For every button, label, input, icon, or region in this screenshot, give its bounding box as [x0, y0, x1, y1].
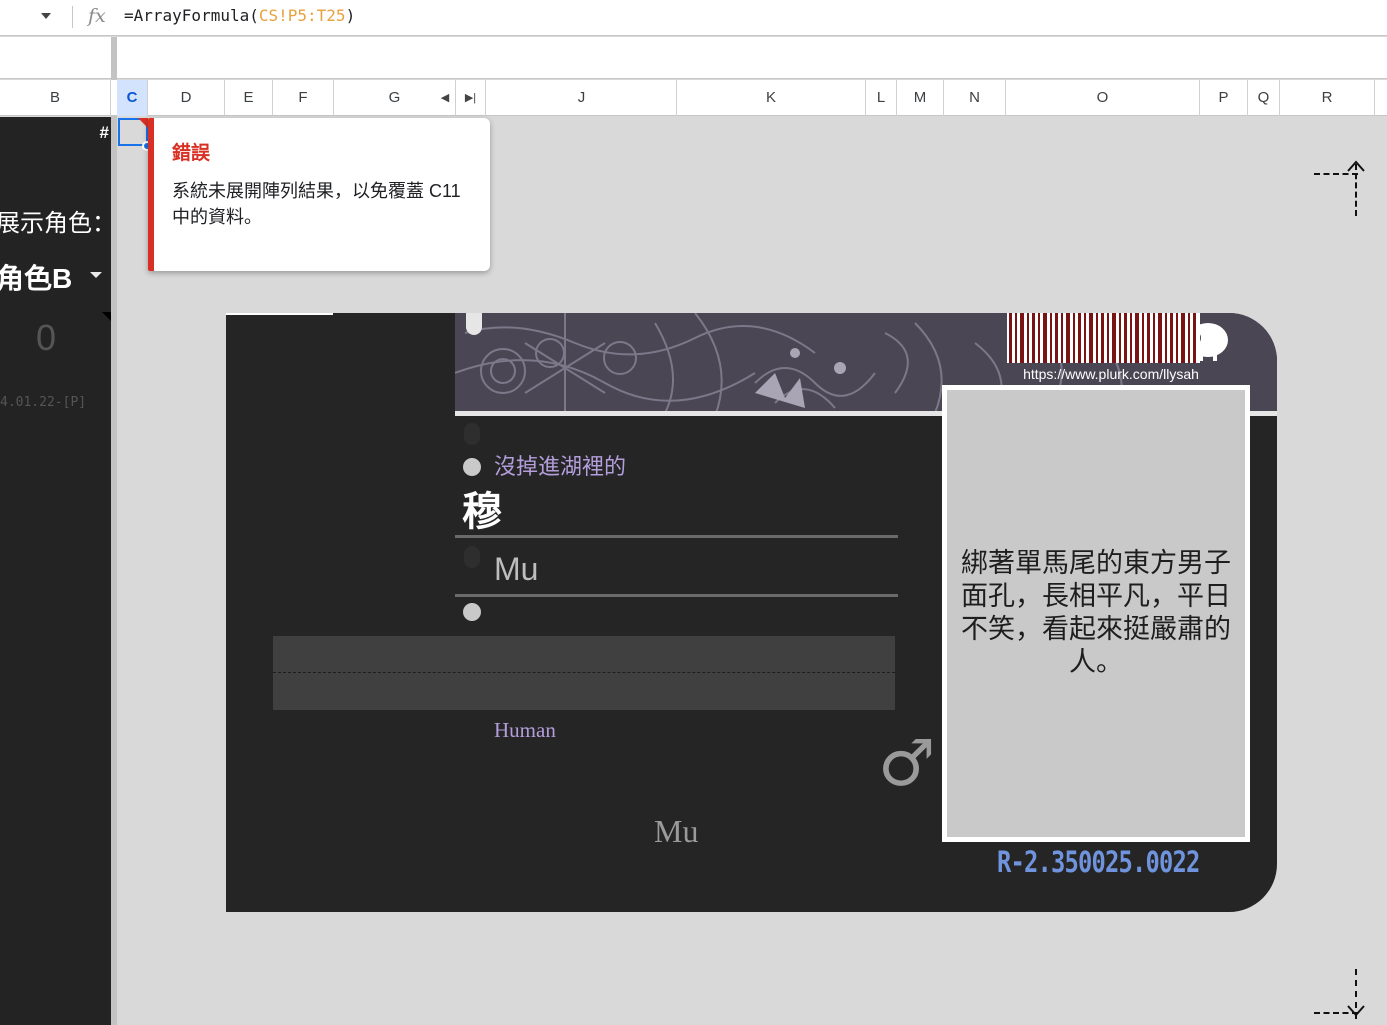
column-header-o[interactable]: O [1006, 80, 1200, 116]
info-band [273, 636, 895, 710]
chevron-down-icon[interactable] [90, 272, 102, 278]
formula-prefix: =ArrayFormula( [124, 6, 259, 25]
character-name-cn: 穆 [462, 488, 502, 535]
barcode-bars [1009, 313, 1196, 363]
column-header-row: B C D E F G ◀ ▶| J K L M N O P Q R [0, 80, 1387, 116]
column-header-j[interactable]: J [487, 80, 677, 116]
portrait-frame: 綁著單馬尾的東方男子面孔，長相平凡，平日不笑，看起來挺嚴肅的人。 [942, 385, 1250, 842]
scroll-end-icon[interactable]: ▶| [456, 80, 486, 116]
column-header-r[interactable]: R [1280, 80, 1375, 116]
column-header-q[interactable]: Q [1248, 80, 1280, 116]
bullet-dot-icon [463, 458, 481, 476]
display-character-label: 展示角色： [0, 210, 111, 237]
error-title: 錯誤 [172, 143, 211, 164]
fx-icon: fx [88, 5, 106, 27]
arrow-up-icon [1347, 160, 1365, 172]
error-message: 系統未展開陣列結果，以免覆蓋 C11 中的資料。 [172, 181, 461, 227]
name-underline [455, 535, 898, 538]
character-description: 綁著單馬尾的東方男子面孔，長相平凡，平日不笑，看起來挺嚴肅的人。 [961, 548, 1231, 677]
formula-suffix: ) [345, 6, 356, 25]
crop-corner-top-right-icon [1314, 160, 1366, 216]
banner-hook [466, 313, 482, 335]
name-en-underline [455, 594, 898, 597]
crop-corner-bottom-right-icon [1314, 969, 1366, 1025]
cell-note-marker [102, 312, 111, 321]
spreadsheet-window: fx =ArrayFormula(CS!P5:T25) B C D E F G … [0, 0, 1387, 1025]
character-subtitle: 沒掉進湖裡的 [494, 454, 627, 479]
arrow-down-icon [1347, 1005, 1365, 1017]
character-name-en: Mu [494, 551, 539, 587]
formula-input[interactable]: =ArrayFormula(CS!P5:T25) [124, 6, 355, 25]
frozen-sidebar: # 展示角色： 角色B 0 4.01.22-[P] [0, 117, 111, 1025]
hash-cell: # [99, 123, 109, 142]
column-header-b[interactable]: B [0, 80, 111, 116]
frozen-column-handle[interactable] [111, 37, 117, 1025]
character-select[interactable]: 角色B [0, 257, 72, 297]
formula-range-ref: CS!P5:T25 [258, 6, 346, 25]
character-card: https://www.plurk.com/llysah 沒掉進湖裡的 穆 Mu… [226, 313, 1277, 912]
scroll-left-icon[interactable]: ◀ [438, 80, 452, 116]
column-header-n[interactable]: N [944, 80, 1006, 116]
male-symbol-icon: ♂ [878, 727, 936, 801]
plurk-url-link[interactable]: https://www.plurk.com/llysah [1007, 366, 1215, 382]
card-top-tab [226, 313, 333, 315]
error-tooltip: 錯誤 系統未展開陣列結果，以免覆蓋 C11 中的資料。 [148, 118, 490, 271]
name-box-dropdown-icon[interactable] [38, 10, 56, 24]
dot-shadow [464, 423, 480, 445]
column-header-e[interactable]: E [225, 80, 273, 116]
bullet-dot-icon [463, 603, 481, 621]
version-label: 4.01.22-[P] [0, 395, 87, 410]
error-indicator-icon[interactable] [138, 118, 148, 128]
column-header-l[interactable]: L [866, 80, 897, 116]
count-cell: 0 [36, 317, 57, 358]
formula-bar: fx =ArrayFormula(CS!P5:T25) [0, 0, 1387, 36]
column-header-c[interactable]: C [117, 80, 148, 116]
column-header-d[interactable]: D [148, 80, 225, 116]
column-header-f[interactable]: F [273, 80, 334, 116]
divider [72, 6, 73, 28]
column-header-k[interactable]: K [677, 80, 866, 116]
frozen-rows-area [0, 37, 1387, 79]
card-serial-number: R-2.350025.0022 [997, 845, 1200, 879]
barcode-image [1007, 313, 1200, 363]
column-header-m[interactable]: M [897, 80, 944, 116]
portrait-placeholder: 綁著單馬尾的東方男子面孔，長相平凡，平日不笑，看起來挺嚴肅的人。 [947, 390, 1245, 837]
info-band-divider [273, 672, 895, 673]
column-header-p[interactable]: P [1200, 80, 1248, 116]
character-nickname: Mu [654, 813, 699, 849]
character-race: Human [494, 718, 556, 742]
dot-shadow [464, 546, 480, 568]
